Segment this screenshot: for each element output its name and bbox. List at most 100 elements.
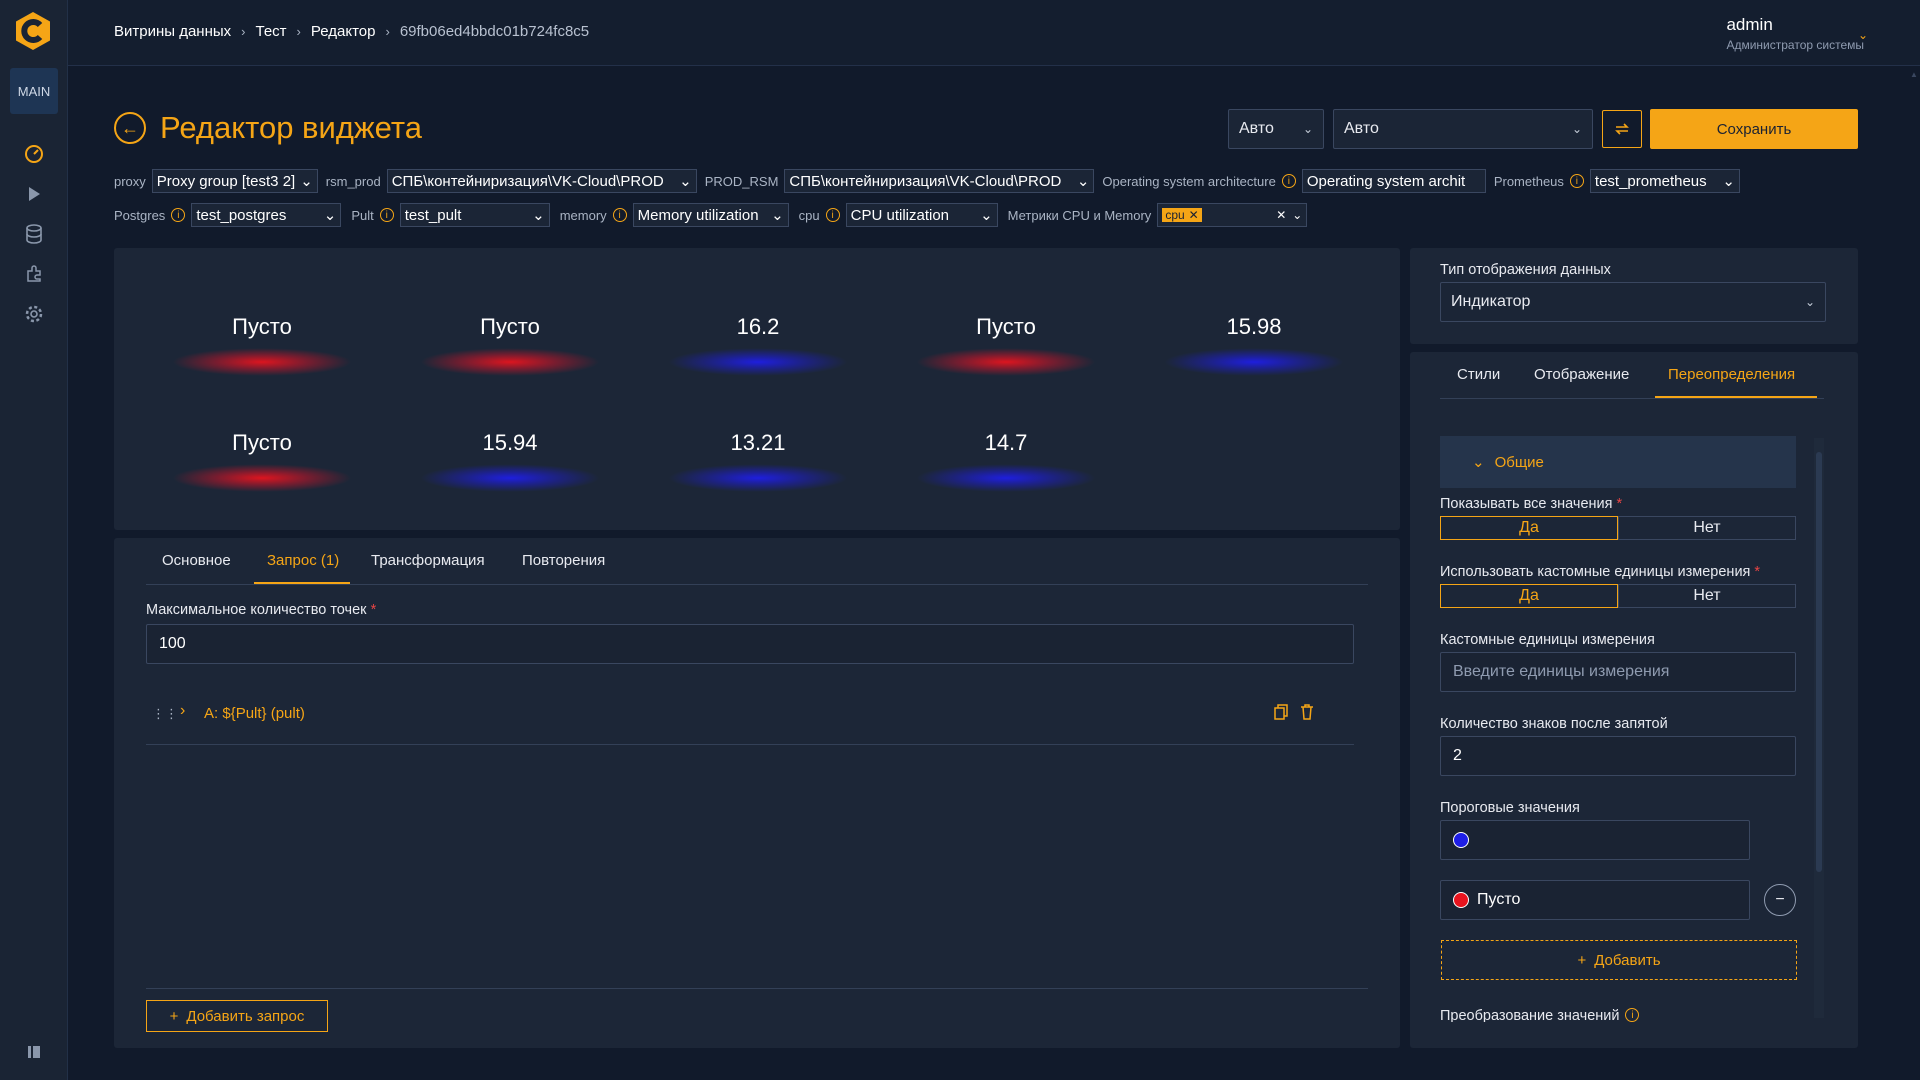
- display-type-label: Тип отображения данных: [1440, 262, 1611, 278]
- chip-label: cpu: [1165, 208, 1185, 222]
- toggle-yes[interactable]: Да: [1440, 584, 1618, 608]
- var-value: test_prometheus: [1594, 172, 1707, 190]
- tab-transformation[interactable]: Трансформация: [371, 552, 485, 569]
- var-select-rsm-prod[interactable]: СПБ\контейниризация\VK-Cloud\PROD ⌄: [386, 169, 697, 193]
- indicator-glow: [420, 348, 600, 376]
- query-editor-panel: Основное Запрос (1) Трансформация Повтор…: [114, 538, 1400, 1048]
- breadcrumb-item[interactable]: Редактор: [311, 23, 376, 40]
- chip-remove-icon[interactable]: ✕: [1189, 208, 1199, 222]
- decimals-input[interactable]: 2: [1440, 736, 1796, 776]
- info-icon[interactable]: i: [1281, 174, 1296, 188]
- var-label-memory: memory: [559, 207, 607, 223]
- back-button[interactable]: ←: [114, 112, 146, 144]
- info-icon[interactable]: i: [1625, 1008, 1640, 1022]
- toggle-no[interactable]: Нет: [1618, 584, 1796, 608]
- var-multiselect-metrics[interactable]: cpu ✕ ✕ ⌄: [1157, 203, 1308, 227]
- tab-repeats[interactable]: Повторения: [522, 552, 605, 569]
- workspace-badge[interactable]: MAIN: [10, 68, 58, 114]
- chevron-down-icon: ⌄: [300, 173, 313, 190]
- info-icon[interactable]: i: [1569, 174, 1584, 188]
- info-icon[interactable]: i: [825, 208, 840, 222]
- var-value: СПБ\контейниризация\VK-Cloud\PROD: [789, 172, 1062, 190]
- indicator-value: Пусто: [232, 430, 292, 455]
- remove-threshold-button[interactable]: −: [1764, 884, 1796, 916]
- clear-icon[interactable]: ✕: [1276, 208, 1286, 222]
- save-button[interactable]: Сохранить: [1650, 109, 1858, 149]
- var-select-os-arch[interactable]: Operating system archit: [1301, 169, 1486, 193]
- display-type-select[interactable]: Индикатор ⌄: [1440, 282, 1826, 322]
- add-query-button[interactable]: + Добавить запрос: [146, 1000, 328, 1032]
- indicator-value: 15.94: [482, 430, 538, 455]
- plugin-icon[interactable]: [22, 262, 46, 286]
- var-select-memory[interactable]: Memory utilization ⌄: [632, 203, 789, 227]
- add-threshold-button[interactable]: + Добавить: [1441, 940, 1797, 980]
- indicator-value: 15.98: [1226, 314, 1282, 339]
- tab-main[interactable]: Основное: [162, 552, 231, 569]
- info-icon[interactable]: i: [612, 208, 627, 222]
- indicator-cell: Пусто: [395, 286, 625, 376]
- trash-icon[interactable]: [1300, 704, 1314, 725]
- color-swatch[interactable]: [1453, 832, 1469, 848]
- info-icon[interactable]: i: [171, 208, 186, 222]
- max-points-input[interactable]: 100: [146, 624, 1354, 664]
- var-select-postgres[interactable]: test_postgres ⌄: [191, 203, 342, 227]
- var-label-prometheus: Prometheus: [1493, 173, 1564, 189]
- add-threshold-label: Добавить: [1594, 951, 1661, 969]
- interval-select[interactable]: Авто ⌄: [1228, 109, 1324, 149]
- play-icon[interactable]: [22, 182, 46, 206]
- var-label-os-arch: Operating system architecture: [1102, 173, 1276, 189]
- var-select-prod-rsm[interactable]: СПБ\контейниризация\VK-Cloud\PROD ⌄: [784, 169, 1095, 193]
- max-points-label-text: Максимальное количество точек: [146, 602, 367, 618]
- color-swatch[interactable]: [1453, 892, 1469, 908]
- var-value: СПБ\контейниризация\VK-Cloud\PROD: [391, 172, 664, 190]
- info-icon[interactable]: i: [379, 208, 394, 222]
- indicator-value: 13.21: [730, 430, 786, 455]
- refresh-button[interactable]: [1602, 110, 1642, 148]
- tab-query[interactable]: Запрос (1): [267, 552, 339, 569]
- chevron-down-icon[interactable]: ⌄: [1858, 28, 1868, 42]
- refresh-value: Авто: [1344, 120, 1379, 137]
- tab-display[interactable]: Отображение: [1534, 366, 1629, 383]
- indicator-cell: 15.94: [395, 402, 625, 492]
- page-scrollbar[interactable]: ▲: [1910, 70, 1918, 1060]
- custom-units-toggle[interactable]: Да Нет: [1440, 584, 1796, 608]
- database-icon[interactable]: [22, 222, 46, 246]
- refresh-select[interactable]: Авто ⌄: [1333, 109, 1593, 149]
- toggle-yes[interactable]: Да: [1440, 516, 1618, 540]
- var-select-prometheus[interactable]: test_prometheus ⌄: [1589, 169, 1740, 193]
- collapse-sidebar-icon[interactable]: [22, 1040, 46, 1064]
- tab-styles[interactable]: Стили: [1457, 366, 1500, 383]
- add-query-label: Добавить запрос: [186, 1007, 305, 1025]
- var-value: Operating system archit: [1306, 172, 1466, 190]
- indicator-cell: Пусто: [891, 286, 1121, 376]
- indicator-glow: [668, 348, 848, 376]
- chevron-right-icon: ›: [241, 24, 246, 39]
- chevron-down-icon: ⌄: [1076, 173, 1090, 190]
- threshold-input-1[interactable]: [1440, 820, 1750, 860]
- breadcrumb-item[interactable]: Тест: [256, 23, 287, 40]
- indicator-glow: [1164, 348, 1344, 376]
- scrollbar-thumb[interactable]: [1816, 452, 1822, 872]
- var-select-pult[interactable]: test_pult ⌄: [399, 203, 550, 227]
- page-title: Редактор виджета: [160, 110, 422, 145]
- var-select-proxy[interactable]: Proxy group [test3 2] ⌄: [151, 169, 318, 193]
- app-logo[interactable]: [12, 10, 54, 52]
- custom-units-input[interactable]: Введите единицы измерения: [1440, 652, 1796, 692]
- settings-scrollbar[interactable]: [1814, 438, 1824, 1018]
- breadcrumb-item[interactable]: Витрины данных: [114, 23, 231, 40]
- toggle-no[interactable]: Нет: [1618, 516, 1796, 540]
- tab-overrides[interactable]: Переопределения: [1668, 366, 1795, 383]
- copy-icon[interactable]: [1274, 704, 1288, 725]
- dashboard-icon[interactable]: [22, 142, 46, 166]
- var-select-cpu[interactable]: CPU utilization ⌄: [845, 203, 998, 227]
- section-general[interactable]: ⌄ Общие: [1440, 436, 1796, 488]
- chevron-right-icon[interactable]: ›: [180, 702, 185, 720]
- gear-icon[interactable]: [22, 302, 46, 326]
- drag-handle-icon[interactable]: ⋮⋮: [152, 706, 178, 722]
- user-menu[interactable]: admin Администратор системы: [1726, 15, 1864, 52]
- query-row-title[interactable]: A: ${Pult} (pult): [204, 705, 305, 722]
- custom-units-label: Кастомные единицы измерения: [1440, 632, 1655, 648]
- chevron-right-icon: ›: [296, 24, 301, 39]
- threshold-input-2[interactable]: Пусто: [1440, 880, 1750, 920]
- show-all-toggle[interactable]: Да Нет: [1440, 516, 1796, 540]
